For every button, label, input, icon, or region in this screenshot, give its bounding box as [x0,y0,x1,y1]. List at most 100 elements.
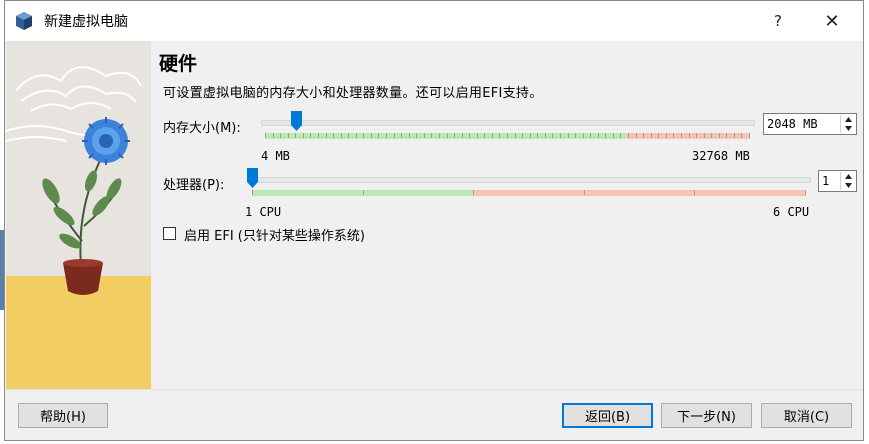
slider-tick [658,133,659,138]
slider-tick [694,190,695,195]
slider-tick [636,133,637,138]
slider-tick [454,133,455,138]
slider-tick [711,133,712,138]
memory-slider-ticks [265,133,750,139]
slider-tick [560,133,561,138]
slider-tick [265,133,266,138]
slider-tick [394,133,395,138]
slider-tick [613,133,614,138]
window-title: 新建虚拟电脑 [44,14,128,30]
memory-slider-track[interactable] [261,120,755,126]
slider-tick [507,133,508,138]
slider-tick [651,133,652,138]
slider-tick [484,133,485,138]
slider-tick [273,133,274,138]
memory-label: 内存大小(M): [163,121,241,136]
slider-tick [734,133,735,138]
title-bar: 新建虚拟电脑 ? ✕ [5,1,863,41]
cpu-slider-track[interactable] [247,177,811,183]
slider-tick [341,133,342,138]
slider-tick [310,133,311,138]
memory-slider-thumb[interactable] [291,111,302,131]
slider-tick [696,133,697,138]
memory-min-label: 4 MB [261,149,290,163]
slider-tick [439,133,440,138]
slider-tick [424,133,425,138]
slider-tick [530,133,531,138]
slider-tick [704,133,705,138]
slider-tick [689,133,690,138]
slider-tick [568,133,569,138]
slider-tick [363,133,364,138]
slider-tick [552,133,553,138]
slider-tick [252,190,253,195]
slider-tick [515,133,516,138]
slider-tick [280,133,281,138]
slider-tick [386,133,387,138]
slider-tick [726,133,727,138]
slider-tick [333,133,334,138]
memory-max-label: 32768 MB [692,149,750,163]
slider-tick [598,133,599,138]
slider-tick [477,133,478,138]
slider-tick [583,133,584,138]
cpu-slider-thumb[interactable] [247,168,258,188]
slider-tick [643,133,644,138]
memory-spinbox[interactable]: 2048 MB [763,113,857,135]
slider-tick [295,133,296,138]
slider-tick [628,133,629,138]
slider-tick [605,133,606,138]
slider-tick [473,190,474,195]
slider-tick [666,133,667,138]
cpu-value[interactable]: 1 [822,174,829,188]
slider-tick [431,133,432,138]
footer-divider [5,389,863,390]
help-button[interactable]: 帮助(H) [18,403,108,428]
cpu-up-arrow-icon[interactable] [841,172,855,181]
cpu-slider-ticks [252,190,806,196]
slider-tick [522,133,523,138]
memory-down-arrow-icon[interactable] [841,124,855,133]
efi-checkbox[interactable] [163,227,176,240]
help-title-button[interactable]: ? [755,1,801,41]
wizard-illustration [6,41,151,389]
slider-tick [447,133,448,138]
slider-tick [363,190,364,195]
slider-tick [749,133,750,138]
new-vm-dialog: 新建虚拟电脑 ? ✕ 硬件 可设置虚拟电脑的内存大小和处理器数量。还可以启用EF… [4,0,864,441]
slider-tick [545,133,546,138]
slider-tick [303,133,304,138]
slider-tick [590,133,591,138]
slider-tick [416,133,417,138]
slider-tick [537,133,538,138]
slider-tick [719,133,720,138]
slider-tick [326,133,327,138]
cpu-spinbox[interactable]: 1 [818,170,857,192]
slider-tick [492,133,493,138]
slider-tick [741,133,742,138]
slider-tick [348,133,349,138]
close-button[interactable]: ✕ [809,1,855,41]
back-button[interactable]: 返回(B) [562,403,653,428]
efi-label[interactable]: 启用 EFI (只针对某些操作系统) [184,225,365,244]
page-description: 可设置虚拟电脑的内存大小和处理器数量。还可以启用EFI支持。 [163,86,543,101]
cpu-label: 处理器(P): [163,178,225,193]
slider-tick [318,133,319,138]
page-title: 硬件 [159,53,198,75]
cpu-max-label: 6 CPU [773,205,810,219]
next-button[interactable]: 下一步(N) [661,403,752,428]
slider-tick [371,133,372,138]
memory-value[interactable]: 2048 MB [767,117,818,131]
slider-tick [805,190,806,195]
hardware-page: 硬件 可设置虚拟电脑的内存大小和处理器数量。还可以启用EFI支持。 内存大小(M… [159,41,859,386]
memory-up-arrow-icon[interactable] [841,115,855,124]
virtualbox-icon [16,12,32,30]
cpu-down-arrow-icon[interactable] [841,181,855,190]
slider-tick [575,133,576,138]
cancel-button[interactable]: 取消(C) [761,403,852,428]
slider-tick [620,133,621,138]
slider-tick [673,133,674,138]
slider-tick [288,133,289,138]
cpu-min-label: 1 CPU [245,205,282,219]
slider-tick [356,133,357,138]
